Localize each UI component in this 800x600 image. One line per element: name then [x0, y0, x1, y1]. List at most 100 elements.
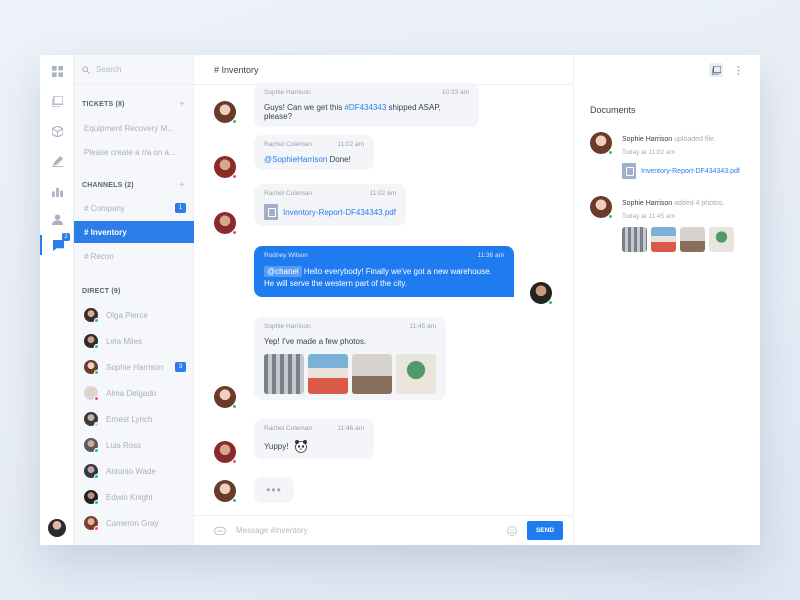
sidebar: Search TICKETS (8) + Equipment Recovery M…	[74, 55, 194, 545]
dm-name: Cameron Gray	[106, 518, 159, 528]
message-bubble: Rachel Coleman 11:02 am Inventory-Report-…	[254, 184, 406, 226]
channel-title: # Inventory	[214, 64, 259, 75]
dm-name: Antonio Wade	[106, 466, 156, 476]
photo-thumbnail[interactable]	[709, 227, 734, 252]
message-input[interactable]: Message #inventory	[236, 526, 308, 535]
dm-name: Sophie Harrison	[106, 362, 164, 372]
message-author: Sophie Harrison	[264, 323, 311, 330]
message-time: 11:02 am	[369, 190, 396, 197]
avatar[interactable]	[214, 156, 237, 179]
unread-badge: 3	[175, 362, 186, 372]
photo-gallery	[622, 227, 734, 252]
avatar[interactable]	[214, 101, 237, 124]
dm-item-alma-delgado[interactable]: Alma Delgado	[74, 383, 194, 403]
message-time: 11:02 am	[337, 141, 364, 148]
channel-label: # Inventory	[84, 227, 127, 237]
dm-item-cameron-gray[interactable]: Cameron Gray	[74, 513, 194, 533]
file-attachment[interactable]: Inventory-Report-DF434343.pdf	[264, 204, 396, 220]
avatar	[84, 516, 99, 531]
activity-action: uploaded file.	[672, 136, 716, 143]
dm-name: Lela Miles	[106, 336, 143, 346]
pencil-icon[interactable]	[40, 151, 74, 171]
add-channel-icon[interactable]: +	[179, 181, 185, 191]
chat-panel: # Inventory Sophie Harrison 10:33 am Guys…	[194, 55, 574, 545]
message-text: @chanel Hello everybody! Finally we've g…	[264, 266, 492, 288]
more-options-icon[interactable]	[731, 63, 745, 77]
chat-icon[interactable]: 2	[40, 233, 74, 255]
avatar[interactable]	[590, 196, 613, 219]
dm-item-ernest-lynch[interactable]: Ernest Lynch	[74, 409, 194, 429]
mention-tag[interactable]: @chanel	[264, 266, 302, 277]
photo-thumbnail[interactable]	[352, 354, 392, 394]
dm-item-antonio-wade[interactable]: Antonio Wade	[74, 461, 194, 481]
message-time: 11:45 am	[409, 323, 436, 330]
avatar[interactable]	[214, 480, 237, 503]
avatar	[84, 490, 99, 505]
emoji-icon[interactable]	[507, 526, 517, 536]
message-composer: Message #inventory SEND	[194, 515, 573, 545]
photo-thumbnail[interactable]	[680, 227, 705, 252]
pdf-icon	[622, 163, 636, 179]
avatar	[84, 438, 99, 453]
avatar[interactable]	[530, 282, 553, 305]
current-user-avatar[interactable]	[48, 519, 66, 537]
direct-title: DIRECT (9)	[82, 288, 121, 295]
message-bubble: Rachel Coleman 11:46 am Yuppy!	[254, 419, 374, 459]
channels-header: CHANNELS (2) +	[82, 181, 185, 191]
avatar[interactable]	[214, 386, 237, 409]
message-author: Rachel Coleman	[264, 141, 313, 148]
avatar	[84, 360, 99, 375]
mention-link[interactable]: @SophieHarrison	[264, 155, 327, 164]
message-bubble: Sophie Harrison 11:45 am Yep! I've made a…	[254, 317, 446, 400]
channel-item-recon[interactable]: # Recon	[74, 245, 194, 267]
dm-item-lela-miles[interactable]: Lela Miles	[74, 331, 194, 351]
avatar	[84, 386, 99, 401]
documents-toggle-icon[interactable]	[709, 63, 723, 77]
dm-name: Luis Ross	[106, 440, 142, 450]
avatar[interactable]	[214, 212, 237, 235]
file-attachment[interactable]: Inventory-Report-DF434343.pdf	[622, 163, 740, 179]
channel-item-inventory[interactable]: # Inventory	[74, 221, 194, 243]
search-icon	[82, 65, 90, 74]
channel-label: # Recon	[84, 251, 114, 261]
photo-thumbnail[interactable]	[651, 227, 676, 252]
search-input[interactable]: Search	[96, 65, 121, 74]
documents-panel: Documents Sophie Harrison uploaded file.…	[574, 55, 760, 545]
message-bubble: Sophie Harrison 10:33 am Guys! Can we get…	[254, 83, 479, 127]
dm-item-luis-ross[interactable]: Luis Ross	[74, 435, 194, 455]
search-box[interactable]: Search	[74, 55, 193, 85]
ticket-item[interactable]: Please create a r/a on a...	[74, 141, 194, 163]
document-activity: Sophie Harrison uploaded file. Today at …	[622, 136, 740, 179]
dm-item-olga-pierce[interactable]: Olga Pierce	[74, 305, 194, 325]
chat-header: # Inventory	[194, 55, 573, 85]
dm-name: Alma Delgado	[106, 388, 157, 398]
message-author: Sophie Harrison	[264, 89, 311, 96]
library-icon[interactable]	[40, 91, 74, 111]
dashboard-icon[interactable]	[40, 61, 74, 81]
user-icon[interactable]	[40, 209, 74, 229]
box-icon[interactable]	[40, 121, 74, 141]
avatar	[84, 308, 99, 323]
attach-icon[interactable]	[214, 526, 226, 535]
bar-chart-icon[interactable]	[40, 181, 74, 201]
avatar[interactable]	[590, 132, 613, 155]
channel-item-company[interactable]: # Company 1	[74, 197, 194, 219]
dm-item-sophie-harrison[interactable]: Sophie Harrison 3	[74, 357, 194, 377]
message-text: Yuppy!	[264, 439, 364, 453]
photo-thumbnail[interactable]	[264, 354, 304, 394]
channels-title: CHANNELS (2)	[82, 182, 134, 189]
tickets-title: TICKETS (8)	[82, 101, 125, 108]
ticket-link[interactable]: #DF434343	[344, 103, 386, 112]
photo-thumbnail[interactable]	[396, 354, 436, 394]
ticket-label: Please create a r/a on a...	[84, 147, 176, 157]
send-button[interactable]: SEND	[527, 521, 563, 540]
add-ticket-icon[interactable]: +	[179, 100, 185, 110]
ticket-label: Equipment Recovery M...	[84, 123, 174, 133]
photo-thumbnail[interactable]	[308, 354, 348, 394]
photo-thumbnail[interactable]	[622, 227, 647, 252]
message-text: Yep! I've made a few photos.	[264, 337, 367, 346]
message-author: Rachel Coleman	[264, 425, 313, 432]
ticket-item[interactable]: Equipment Recovery M...	[74, 117, 194, 139]
dm-item-edwin-knight[interactable]: Edwin Knight	[74, 487, 194, 507]
avatar[interactable]	[214, 441, 237, 464]
